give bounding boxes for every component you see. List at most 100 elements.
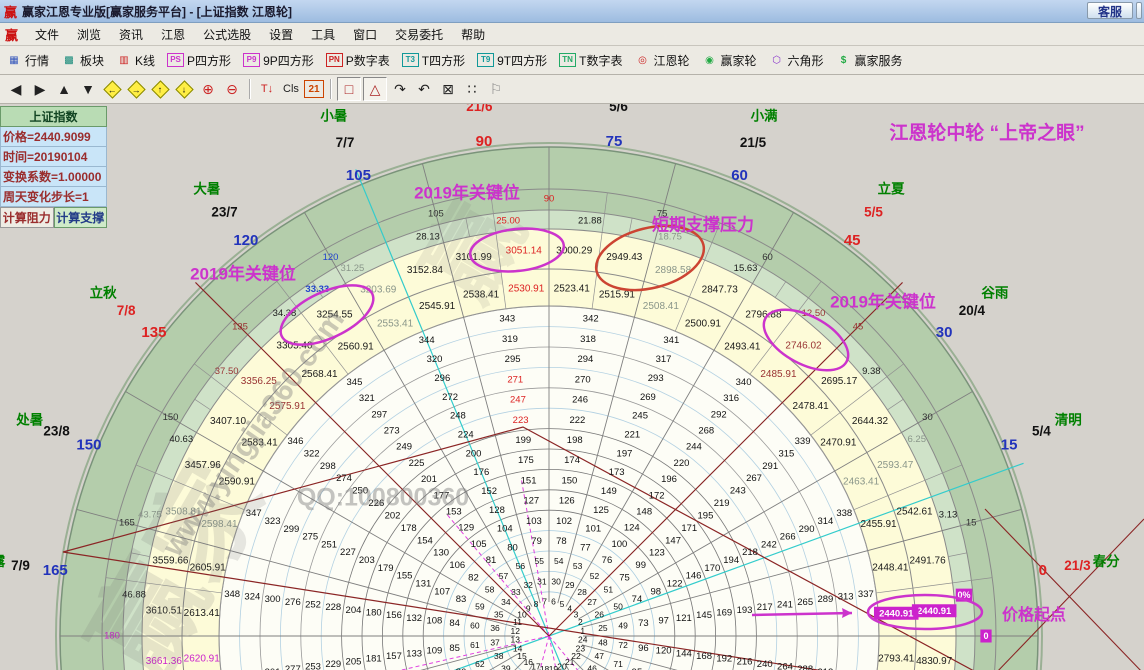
integer-label: 269	[640, 392, 656, 403]
diamond-left-icon[interactable]: ←	[101, 78, 123, 100]
fit-icon[interactable]: ⊠	[437, 78, 459, 100]
toolbar-item-板块[interactable]: ▩ 板块	[55, 52, 110, 69]
integer-label: 131	[415, 578, 431, 589]
menu-item-7[interactable]: 窗口	[344, 24, 386, 45]
integer-label: 337	[858, 589, 874, 600]
menu-item-4[interactable]: 公式选股	[194, 24, 260, 45]
t-updown-icon[interactable]: T↓	[256, 78, 278, 100]
integer-label: 288	[797, 664, 813, 670]
zoom-out-icon[interactable]: ⊖	[221, 78, 243, 100]
integer-label: 78	[556, 536, 567, 547]
integer-label: 266	[780, 532, 796, 543]
integer-label: 46	[587, 663, 597, 670]
forward-icon[interactable]: ▶	[29, 78, 51, 100]
toolbar-item-P四方形[interactable]: PS P四方形	[161, 52, 237, 69]
rotate-ccw-icon[interactable]: ↶	[413, 78, 435, 100]
toolbar-item-9T四方形[interactable]: T9 9T四方形	[471, 52, 553, 69]
integer-label: 175	[518, 455, 534, 466]
toolbar-item-赢家服务[interactable]: $ 赢家服务	[830, 52, 909, 69]
toolbar-label: 板块	[80, 53, 105, 68]
calendar-21-icon[interactable]: 21	[304, 80, 324, 98]
solar-term-label: 春分	[1092, 553, 1121, 569]
menu-item-2[interactable]: 资讯	[110, 24, 152, 45]
service-icon: $	[840, 54, 847, 66]
toolbar-item-T数字表[interactable]: TN T数字表	[553, 52, 628, 69]
cls-icon[interactable]: Cls	[280, 78, 302, 100]
integer-label: 74	[632, 594, 643, 605]
menu-item-3[interactable]: 江恩	[152, 24, 194, 45]
integer-label: 50	[613, 602, 623, 612]
toolbar-item-六角形[interactable]: ⬡ 六角形	[763, 52, 830, 69]
toolbar-item-P数字表[interactable]: PN P数字表	[320, 52, 396, 69]
eye-title: 江恩轮中轮 “上帝之眼”	[889, 121, 1084, 144]
solar-date-label: 5/5	[864, 205, 883, 220]
outer-degree-label: 90	[476, 133, 493, 150]
integer-label: 246	[572, 395, 588, 406]
rotate-cw-icon[interactable]: ↷	[389, 78, 411, 100]
menu-item-0[interactable]: 文件	[26, 24, 68, 45]
integer-label: 251	[321, 539, 337, 550]
toolbar-item-江恩轮[interactable]: ◎ 江恩轮	[628, 52, 695, 69]
toolbar-label: 9P四方形	[263, 53, 314, 68]
integer-label: 132	[406, 613, 422, 624]
triangle-tool-icon[interactable]: △	[363, 77, 387, 101]
toolbar-item-9P四方形[interactable]: P9 9P四方形	[237, 52, 320, 69]
integer-label: 53	[573, 561, 583, 571]
menu-item-5[interactable]: 设置	[260, 24, 302, 45]
integer-label: 59	[475, 602, 485, 612]
menu-item-8[interactable]: 交易委托	[386, 24, 452, 45]
flag-icon[interactable]: ⚐	[485, 78, 507, 100]
diamond-right-icon[interactable]: →	[125, 78, 147, 100]
toolbar-separator	[330, 79, 331, 99]
calc-support-button[interactable]: 计算支撑	[53, 207, 107, 228]
down-arrow-icon[interactable]: ▼	[77, 78, 99, 100]
integer-label: 130	[433, 548, 449, 559]
integer-label: 289	[817, 594, 833, 605]
menu-item-9[interactable]: 帮助	[452, 24, 494, 45]
integer-label: 3	[574, 610, 579, 620]
integer-label: 174	[564, 455, 580, 466]
toolbar-item-行情[interactable]: ▦ 行情	[0, 52, 55, 69]
titlebar-cut-button[interactable]	[1136, 2, 1142, 19]
solar-term-label: 白露	[0, 553, 6, 569]
integer-label: 243	[730, 486, 746, 497]
integer-label: 30	[551, 576, 561, 586]
panel-row-3: 周天变化步长=1	[0, 187, 107, 207]
integer-label: 274	[336, 473, 352, 484]
menu-item-6[interactable]: 工具	[302, 24, 344, 45]
toolbar-item-T四方形[interactable]: T3 T四方形	[396, 52, 471, 69]
menu-item-1[interactable]: 浏览	[68, 24, 110, 45]
integer-label: 121	[676, 613, 692, 624]
integer-label: 176	[473, 467, 489, 478]
window-title: 赢家江恩专业版[赢家服务平台] - [上证指数 江恩轮]	[22, 4, 292, 19]
integer-label: 51	[604, 585, 614, 595]
price-outer-ring-label: 2542.61	[896, 507, 933, 518]
toolbar-item-赢家轮[interactable]: ◉ 赢家轮	[695, 52, 762, 69]
degree-ring-label: 135	[232, 322, 248, 333]
center-icon[interactable]: ∷	[461, 78, 483, 100]
price-inner-ring-label: 2493.41	[724, 341, 761, 352]
rect-tool-icon[interactable]: □	[337, 77, 361, 101]
up-arrow-icon[interactable]: ▲	[53, 78, 75, 100]
degree-ring-label: 150	[163, 412, 179, 423]
diamond-up-icon[interactable]: ↑	[149, 78, 171, 100]
integer-label: 345	[347, 377, 363, 388]
integer-label: 346	[288, 436, 304, 447]
integer-label: 202	[385, 510, 401, 521]
integer-label: 221	[624, 429, 640, 440]
calc-resistance-button[interactable]: 计算阻力	[0, 207, 54, 228]
diamond-down-icon[interactable]: ↓	[173, 78, 195, 100]
integer-label: 199	[515, 435, 531, 446]
back-icon[interactable]: ◀	[5, 78, 27, 100]
integer-label: 125	[593, 505, 609, 516]
integer-label: 193	[737, 605, 753, 616]
integer-label: 248	[450, 411, 466, 422]
customer-service-button[interactable]: 客服	[1086, 2, 1133, 19]
integer-label: 178	[401, 523, 417, 534]
zoom-in-icon[interactable]: ⊕	[197, 78, 219, 100]
gann-wheel-svg: 0153045607590105120135150165180195210225…	[0, 104, 1144, 670]
menu-bar: 赢 文件 浏览 资讯 江恩 公式选股 设置 工具 窗口 交易委托 帮助	[0, 23, 1144, 46]
price-inner-ring-label: 2500.91	[685, 319, 722, 330]
integer-label: 145	[696, 610, 712, 621]
toolbar-item-K线[interactable]: ▥ K线	[110, 52, 161, 69]
